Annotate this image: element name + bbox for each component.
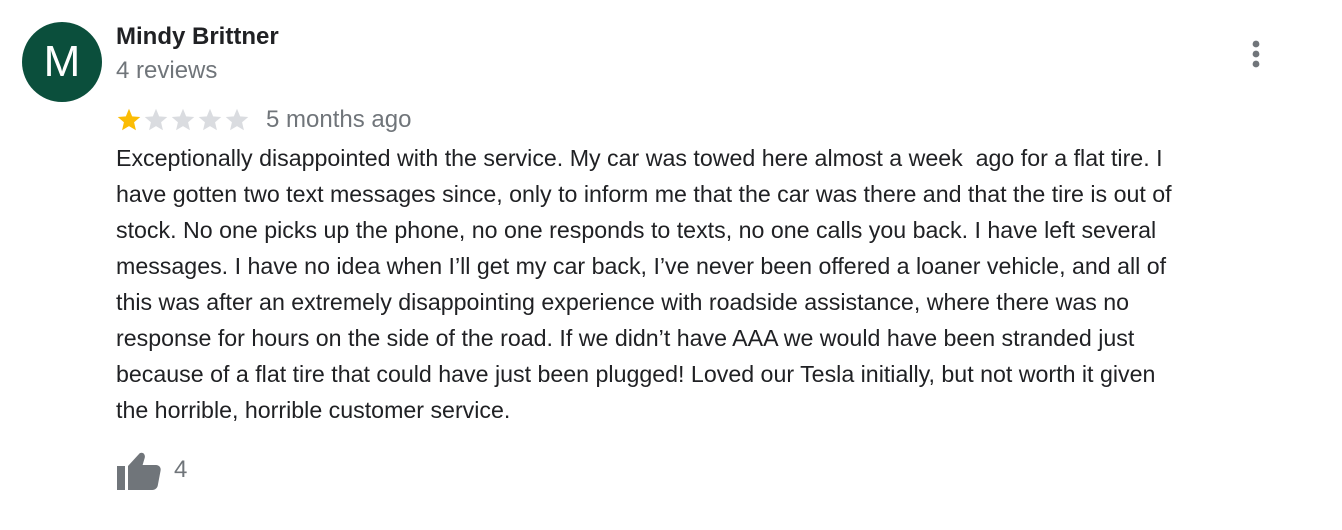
like-row: 4 <box>116 448 187 492</box>
more-vert-icon <box>1252 40 1260 68</box>
review-text-line: Exceptionally disappointed with the serv… <box>116 145 1163 171</box>
star-empty-icon <box>224 107 250 133</box>
review-text-line: the horrible, horrible customer service. <box>116 397 511 423</box>
star-filled-icon <box>116 107 142 133</box>
star-empty-icon <box>170 107 196 133</box>
star-rating <box>116 107 251 133</box>
avatar-letter: M <box>43 37 81 86</box>
review-text-line: this was after an extremely disappointin… <box>116 289 1130 315</box>
review-text-line: have gotten two text messages since, onl… <box>116 181 1172 207</box>
review-text-line: messages. I have no idea when I’ll get m… <box>116 253 1167 279</box>
star-empty-icon <box>143 107 169 133</box>
author-name[interactable]: Mindy Brittner <box>116 22 279 52</box>
rating-row: 5 months ago <box>116 104 411 136</box>
author-review-count[interactable]: 4 reviews <box>116 56 217 86</box>
review-card: M Mindy Brittner 4 reviews 5 months ago … <box>0 0 1342 530</box>
review-text: Exceptionally disappointed with the serv… <box>116 140 1316 428</box>
review-text-line: stock. No one picks up the phone, no one… <box>116 217 1157 243</box>
like-count: 4 <box>174 456 188 483</box>
more-options-button[interactable] <box>1238 36 1274 72</box>
star-empty-icon <box>197 107 223 133</box>
review-time: 5 months ago <box>266 106 412 133</box>
avatar[interactable]: M <box>22 22 102 102</box>
like-button[interactable] <box>116 448 164 492</box>
thumb-up-icon <box>117 452 161 490</box>
review-text-line: response for hours on the side of the ro… <box>116 325 1135 351</box>
review-text-line: because of a flat tire that could have j… <box>116 361 1156 387</box>
